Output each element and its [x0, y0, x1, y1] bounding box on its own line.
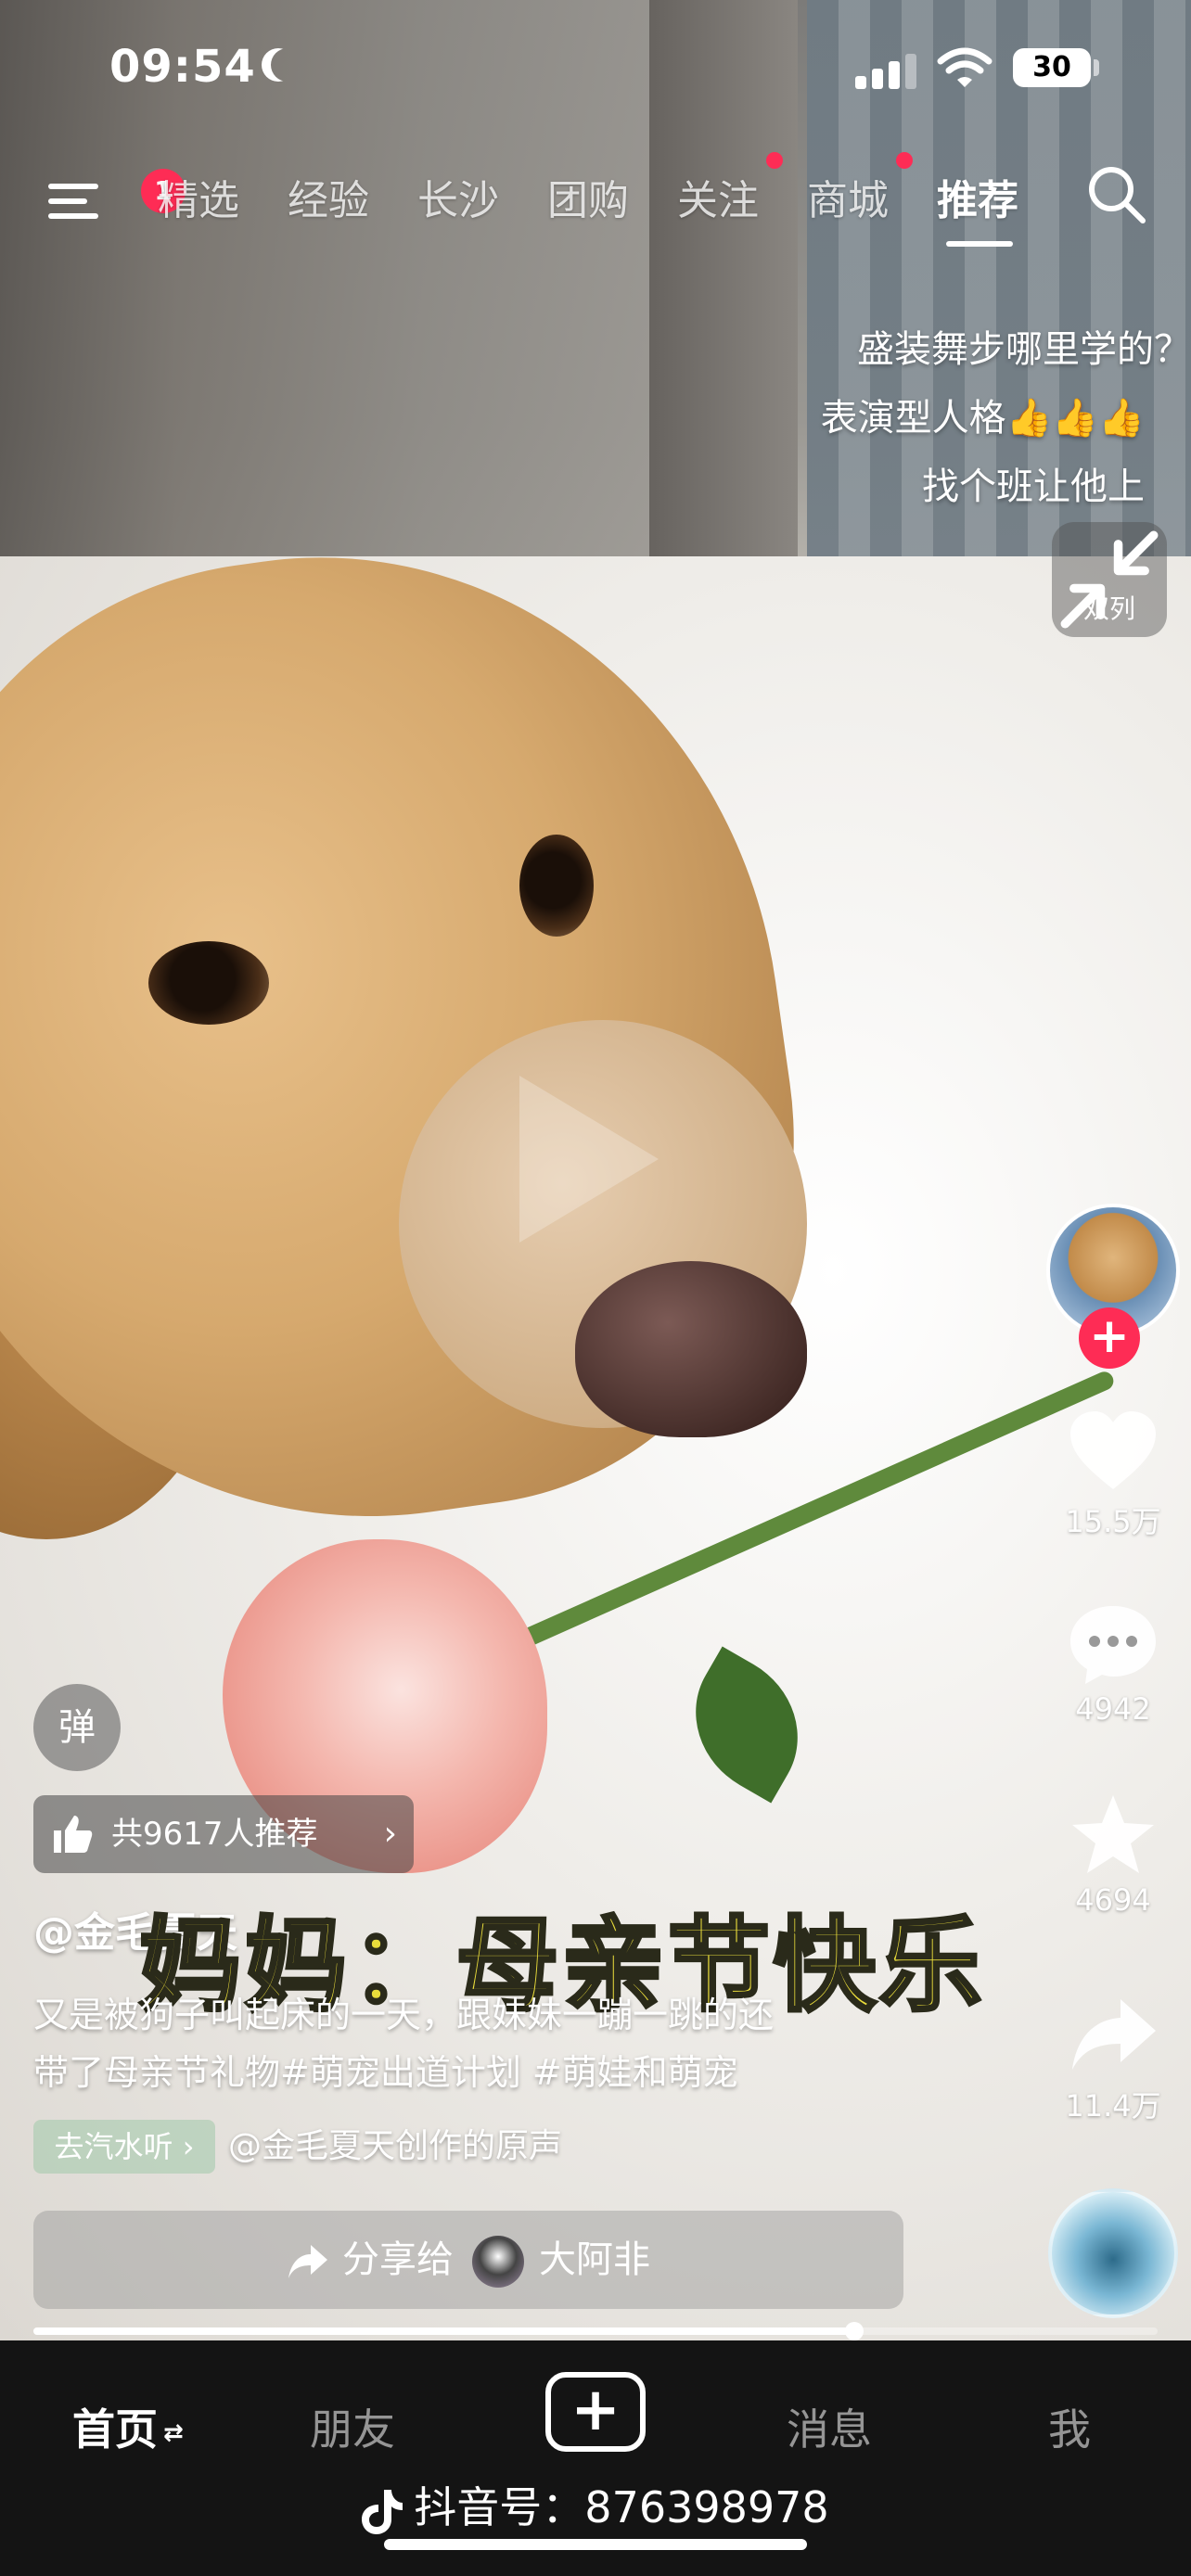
battery-indicator: 30	[1013, 48, 1091, 87]
tab-experience[interactable]: 经验	[288, 167, 369, 226]
home-indicator	[384, 2539, 807, 2550]
comment-button[interactable]: 4942	[1057, 1602, 1169, 1727]
following-dot	[766, 152, 783, 169]
tab-recommend[interactable]: 推荐	[937, 167, 1018, 226]
caption-line: 盛装舞步哪里学的？	[857, 328, 1191, 371]
chevron-right-icon: ›	[383, 1815, 397, 1853]
thumbs-up-icon	[54, 1816, 93, 1853]
music-disc[interactable]	[1048, 2188, 1178, 2318]
music-tag-label: 去汽水听	[54, 2129, 173, 2164]
share-arrow-icon	[288, 2245, 327, 2278]
create-post-button[interactable]: +	[545, 2372, 646, 2452]
description-line: 又是被狗子叫起床的一天，跟妹妹一蹦一跳的还	[33, 1995, 775, 2035]
dog-eye-left	[148, 941, 269, 1025]
description-line: 带了母亲节礼物#萌宠出道计划 #萌娃和萌宠	[33, 2052, 738, 2093]
share-friend-name: 大阿非	[539, 2238, 650, 2281]
search-icon[interactable]	[1083, 161, 1148, 226]
progress-fill	[33, 2327, 854, 2335]
moon-icon	[271, 48, 304, 82]
like-count: 15.5万	[1065, 1504, 1161, 1539]
caption-line: 找个班让他上	[922, 465, 1145, 508]
follow-button[interactable]: +	[1079, 1307, 1140, 1369]
menu-icon[interactable]: 1	[48, 169, 186, 226]
dog-nose	[575, 1261, 807, 1437]
tab-home[interactable]: 首页 ⇄	[72, 2396, 184, 2457]
video-description[interactable]: 又是被狗子叫起床的一天，跟妹妹一蹦一跳的还 带了母亲节礼物#萌宠出道计划 #萌娃…	[33, 1986, 942, 2101]
tab-messages[interactable]: 消息	[787, 2396, 872, 2457]
switch-arrows-icon: ⇄	[163, 2418, 184, 2447]
video-caption: 盛装舞步哪里学的？ 表演型人格👍👍👍 找个班让他上	[801, 315, 1191, 521]
friend-avatar	[472, 2236, 524, 2288]
video-progress-bar[interactable]	[33, 2322, 1158, 2340]
recommend-count-text: 共9617人推荐	[111, 1816, 318, 1853]
status-time: 09:54	[109, 41, 256, 93]
tab-mall[interactable]: 商城	[807, 167, 889, 226]
active-tab-underline	[946, 241, 1013, 247]
battery-tip	[1094, 59, 1099, 76]
tab-group-buy[interactable]: 团购	[547, 167, 629, 226]
share-count: 11.4万	[1065, 2088, 1161, 2123]
douyin-id-text: 抖音号：876398978	[414, 2482, 829, 2532]
share-to-friend-bar[interactable]: 分享给 大阿非	[33, 2211, 903, 2309]
recommend-pill[interactable]: 共9617人推荐 ›	[33, 1795, 414, 1873]
tab-following[interactable]: 关注	[677, 167, 759, 226]
comment-icon	[1070, 1606, 1156, 1684]
original-sound-text: @金毛夏天创作的原声	[228, 2127, 563, 2165]
top-nav: 1 精选 经验 长沙 团购 关注 商城 推荐	[0, 148, 1191, 260]
wifi-icon	[937, 47, 992, 87]
favorite-button[interactable]: 4694	[1057, 1793, 1169, 1918]
share-button[interactable]: 11.4万	[1057, 1994, 1169, 2125]
douyin-logo-icon	[362, 2489, 403, 2534]
play-icon[interactable]	[519, 1076, 659, 1243]
dog-eye-right	[519, 835, 594, 937]
share-label: 分享给	[342, 2238, 454, 2281]
favorite-count: 4694	[1075, 1882, 1151, 1918]
comment-count: 4942	[1075, 1691, 1151, 1727]
mall-dot	[896, 152, 913, 169]
heart-icon	[1070, 1411, 1156, 1489]
tab-me[interactable]: 我	[1048, 2396, 1091, 2457]
status-bar: 09:54 30	[0, 0, 1191, 139]
share-icon	[1072, 1999, 1156, 2070]
like-button[interactable]: 15.5万	[1057, 1409, 1169, 1541]
tab-featured[interactable]: 精选	[158, 167, 239, 226]
tab-friends[interactable]: 朋友	[310, 2396, 395, 2457]
cellular-signal-icon	[855, 52, 918, 89]
star-icon	[1072, 1795, 1154, 1873]
dual-column-label: 双列	[1082, 593, 1135, 624]
caption-line: 表演型人格👍👍👍	[820, 397, 1145, 440]
progress-knob[interactable]	[844, 2322, 864, 2340]
qishui-music-link[interactable]: 去汽水听 ›	[33, 2120, 215, 2174]
danmu-toggle[interactable]: 弹	[33, 1684, 121, 1771]
douyin-id-row: 抖音号：876398978	[0, 2474, 1191, 2535]
tab-changsha[interactable]: 长沙	[417, 167, 499, 226]
tab-home-label: 首页	[72, 2404, 158, 2455]
dual-column-button[interactable]: 双列	[1052, 522, 1167, 637]
